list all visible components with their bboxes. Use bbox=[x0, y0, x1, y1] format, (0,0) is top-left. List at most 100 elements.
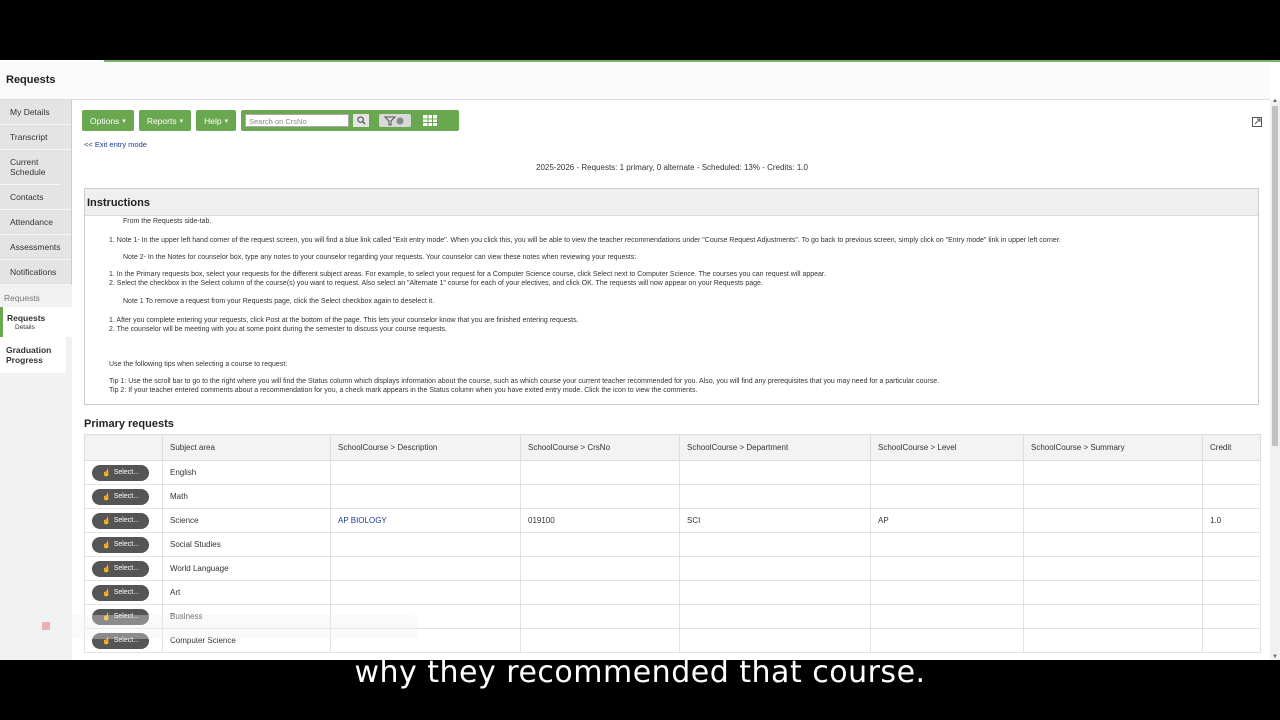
popout-icon[interactable] bbox=[1252, 114, 1262, 127]
column-header-crsno[interactable]: SchoolCourse > CrsNo bbox=[520, 434, 680, 461]
search-input[interactable]: Search on CrsNo bbox=[245, 114, 350, 127]
instruction-line: Note 1 To remove a request from your Req… bbox=[123, 298, 435, 305]
cell-level: AP bbox=[870, 508, 1024, 533]
instruction-line: From the Requests side-tab. bbox=[123, 218, 212, 225]
cell-summary bbox=[1023, 460, 1203, 485]
select-button[interactable]: ☝ Select... bbox=[92, 512, 149, 529]
cell-crsno bbox=[520, 460, 680, 485]
cell-desc[interactable]: AP BIOLOGY bbox=[330, 508, 521, 533]
cell-dept: SCI bbox=[679, 508, 871, 533]
requests-summary: 2025-2026 - Requests: 1 primary, 0 alter… bbox=[536, 163, 808, 172]
instruction-line: 1. Note 1- In the upper left hand corner… bbox=[109, 237, 1061, 244]
cell-subject: English bbox=[162, 460, 331, 485]
cell-summary bbox=[1023, 532, 1203, 557]
filter-icon[interactable] bbox=[379, 114, 412, 127]
primary-requests-title: Primary requests bbox=[84, 418, 174, 430]
select-button-label: Select... bbox=[113, 469, 139, 476]
select-button[interactable]: ☝ Select... bbox=[92, 584, 149, 601]
cell-crsno bbox=[520, 604, 680, 629]
select-button[interactable]: ☝ Select... bbox=[92, 488, 149, 505]
cell-credit bbox=[1202, 484, 1261, 509]
column-header-department[interactable]: SchoolCourse > Department bbox=[679, 434, 871, 461]
sidebar-item-graduation-progress[interactable]: Graduation Progress bbox=[0, 337, 66, 373]
cell-credit: 1.0 bbox=[1202, 508, 1261, 533]
select-cell: ☝ Select... bbox=[84, 556, 163, 581]
video-caption: why they recommended that course. bbox=[354, 655, 926, 690]
record-stop-icon[interactable] bbox=[42, 622, 50, 630]
reports-menu-button[interactable]: Reports ▾ bbox=[138, 110, 192, 131]
column-header-summary[interactable]: SchoolCourse > Summary bbox=[1023, 434, 1203, 461]
caret-down-icon: ▾ bbox=[179, 117, 184, 125]
hand-pointer-icon: ☝ bbox=[101, 541, 111, 549]
help-label: Help bbox=[204, 115, 222, 126]
cell-crsno bbox=[520, 580, 680, 605]
select-button-label: Select... bbox=[113, 589, 139, 596]
sidebar-item-contacts[interactable]: Contacts bbox=[0, 185, 71, 210]
cell-level bbox=[870, 460, 1024, 485]
instruction-line: 2. The counselor will be meeting with yo… bbox=[109, 326, 447, 333]
select-button[interactable]: ☝ Select... bbox=[92, 536, 149, 553]
cell-level bbox=[870, 484, 1024, 509]
recording-toolbar[interactable] bbox=[16, 615, 418, 639]
cell-desc bbox=[330, 580, 521, 605]
cell-crsno bbox=[520, 556, 680, 581]
select-cell: ☝ Select... bbox=[84, 508, 163, 533]
instructions-panel: Instructions From the Requests side-tab.… bbox=[84, 188, 1259, 405]
cell-credit bbox=[1202, 604, 1261, 629]
cell-summary bbox=[1023, 484, 1203, 509]
column-header-credit[interactable]: Credit bbox=[1202, 434, 1261, 461]
grid-view-icon[interactable] bbox=[421, 114, 439, 127]
table-row: ☝ Select... Science AP BIOLOGY 019100 SCI AP 1.… bbox=[84, 508, 1261, 533]
cell-credit bbox=[1202, 556, 1261, 581]
sidebar-item-transcript[interactable]: Transcript bbox=[0, 125, 71, 150]
page-title: Requests bbox=[6, 74, 56, 86]
help-menu-button[interactable]: Help ▾ bbox=[196, 110, 237, 131]
page-header: Requests bbox=[0, 62, 1270, 100]
hand-pointer-icon: ☝ bbox=[101, 493, 111, 501]
exit-entry-mode-link[interactable]: << Exit entry mode bbox=[84, 140, 147, 149]
toolbar: Options ▾ Reports ▾ Help ▾ Search on Crs… bbox=[82, 110, 460, 131]
sidebar-item-requests-sub: Details bbox=[15, 324, 35, 331]
cell-summary bbox=[1023, 604, 1203, 629]
cell-credit bbox=[1202, 532, 1261, 557]
sidebar-item-notifications[interactable]: Notifications bbox=[0, 260, 71, 285]
cell-crsno bbox=[520, 484, 680, 509]
sidebar-section-label: Requests bbox=[4, 293, 40, 303]
cell-dept bbox=[679, 484, 871, 509]
cell-subject: World Language bbox=[162, 556, 331, 581]
vertical-scrollbar[interactable]: ▲ ▼ bbox=[1270, 98, 1280, 660]
cell-crsno: 019100 bbox=[520, 508, 680, 533]
sidebar-item-my-details[interactable]: My Details bbox=[0, 100, 71, 125]
cell-credit bbox=[1202, 628, 1261, 653]
table-row: ☝ Select... English bbox=[84, 460, 1261, 485]
select-button[interactable]: ☝ Select... bbox=[92, 464, 149, 481]
select-cell: ☝ Select... bbox=[84, 484, 163, 509]
cell-credit bbox=[1202, 580, 1261, 605]
search-icon[interactable] bbox=[353, 114, 370, 127]
column-header-description[interactable]: SchoolCourse > Description bbox=[330, 434, 521, 461]
select-button[interactable]: ☝ Select... bbox=[92, 560, 149, 577]
column-header-subject[interactable]: Subject area bbox=[162, 434, 331, 461]
sidebar-item-assessments[interactable]: Assessments bbox=[0, 235, 71, 260]
sidebar-item-current-schedule[interactable]: Current Schedule bbox=[0, 150, 60, 185]
caret-down-icon: ▾ bbox=[122, 117, 126, 125]
scroll-up-icon[interactable]: ▲ bbox=[1272, 98, 1278, 104]
table-row: ☝ Select... Social Studies bbox=[84, 532, 1261, 557]
cell-dept bbox=[679, 460, 871, 485]
column-header-level[interactable]: SchoolCourse > Level bbox=[870, 434, 1024, 461]
cell-level bbox=[870, 580, 1024, 605]
hand-pointer-icon: ☝ bbox=[101, 469, 111, 477]
select-button-label: Select... bbox=[113, 493, 139, 500]
scrollbar-thumb[interactable] bbox=[1272, 106, 1278, 446]
cell-summary bbox=[1023, 556, 1203, 581]
cell-crsno bbox=[520, 628, 680, 653]
cell-dept bbox=[679, 628, 871, 653]
options-menu-button[interactable]: Options ▾ bbox=[82, 110, 134, 131]
cell-subject: Math bbox=[162, 484, 331, 509]
cell-summary bbox=[1023, 508, 1203, 533]
table-row: ☝ Select... World Language bbox=[84, 556, 1261, 581]
sidebar-item-attendance[interactable]: Attendance bbox=[0, 210, 71, 235]
cell-desc bbox=[330, 484, 521, 509]
sidebar-item-requests[interactable]: Requests Details bbox=[0, 307, 72, 337]
column-header-select bbox=[84, 434, 163, 461]
